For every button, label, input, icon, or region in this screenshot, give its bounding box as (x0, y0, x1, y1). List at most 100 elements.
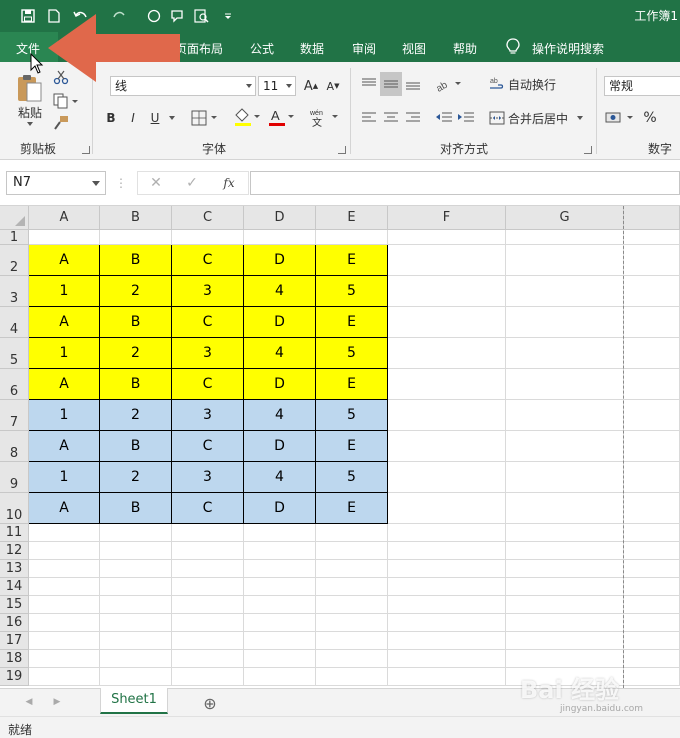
row-header-2[interactable]: 2 (0, 245, 29, 276)
paste-dropdown-icon[interactable] (24, 120, 36, 128)
merge-center-button[interactable]: 合并后居中 (508, 108, 574, 128)
cell-a6[interactable]: A (29, 369, 100, 400)
row-header-6[interactable]: 6 (0, 369, 29, 400)
cell-d7[interactable]: 4 (244, 400, 316, 431)
row-header-10[interactable]: 10 (0, 493, 29, 524)
row-header-4[interactable]: 4 (0, 307, 29, 338)
percent-style-button[interactable]: % (640, 108, 660, 128)
cell-g18[interactable] (506, 650, 624, 668)
cell-c18[interactable] (172, 650, 244, 668)
cell-g3[interactable] (506, 276, 624, 307)
cell-c12[interactable] (172, 542, 244, 560)
cell-f19[interactable] (388, 668, 506, 686)
paste-icon[interactable] (14, 72, 44, 104)
cell-e11[interactable] (316, 524, 388, 542)
row-header-9[interactable]: 9 (0, 462, 29, 493)
cell-a8[interactable]: A (29, 431, 100, 462)
row-header-7[interactable]: 7 (0, 400, 29, 431)
cell-e15[interactable] (316, 596, 388, 614)
cell-e5[interactable]: 5 (316, 338, 388, 369)
cell-e19[interactable] (316, 668, 388, 686)
number-format-select[interactable]: 常规 (604, 76, 680, 96)
tab-review[interactable]: 审阅 (352, 40, 376, 57)
cell-a12[interactable] (29, 542, 100, 560)
cell-d12[interactable] (244, 542, 316, 560)
tab-data[interactable]: 数据 (300, 40, 324, 57)
cell-e1[interactable] (316, 230, 388, 245)
cell-d8[interactable]: D (244, 431, 316, 462)
copy-icon[interactable] (52, 92, 80, 110)
font-launcher-icon[interactable] (338, 146, 346, 154)
row-header-15[interactable]: 15 (0, 596, 29, 614)
underline-button[interactable]: U (146, 108, 164, 128)
cell-c13[interactable] (172, 560, 244, 578)
cell-g17[interactable] (506, 632, 624, 650)
decrease-indent-icon[interactable] (434, 108, 454, 128)
cell-c16[interactable] (172, 614, 244, 632)
insert-function-icon[interactable]: fx (218, 173, 240, 193)
align-middle-icon[interactable] (380, 72, 402, 96)
cell-c17[interactable] (172, 632, 244, 650)
cell-e13[interactable] (316, 560, 388, 578)
cell-g6[interactable] (506, 369, 624, 400)
align-bottom-icon[interactable] (404, 74, 422, 94)
cell-a7[interactable]: 1 (29, 400, 100, 431)
formula-bar-grip[interactable]: ⋮ (115, 174, 127, 192)
cell-d13[interactable] (244, 560, 316, 578)
column-header-f[interactable]: F (388, 206, 506, 230)
cell-a14[interactable] (29, 578, 100, 596)
cell-b9[interactable]: 2 (100, 462, 172, 493)
column-header-a[interactable]: A (29, 206, 100, 230)
row-header-18[interactable]: 18 (0, 650, 29, 668)
cell-f2[interactable] (388, 245, 506, 276)
cell-a5[interactable]: 1 (29, 338, 100, 369)
cell-d11[interactable] (244, 524, 316, 542)
borders-icon[interactable] (190, 108, 220, 128)
cell-f18[interactable] (388, 650, 506, 668)
cell-g7[interactable] (506, 400, 624, 431)
cell-e10[interactable]: E (316, 493, 388, 524)
cell-g10[interactable] (506, 493, 624, 524)
cell-d6[interactable]: D (244, 369, 316, 400)
row-header-11[interactable]: 11 (0, 524, 29, 542)
cell-g1[interactable] (506, 230, 624, 245)
cell-d4[interactable]: D (244, 307, 316, 338)
select-all-corner[interactable] (0, 206, 29, 230)
increase-font-icon[interactable]: A ▲ (302, 76, 320, 96)
cell-e16[interactable] (316, 614, 388, 632)
cell-d17[interactable] (244, 632, 316, 650)
alignment-launcher-icon[interactable] (584, 146, 592, 154)
lightbulb-icon[interactable] (506, 38, 520, 59)
align-right-icon[interactable] (404, 108, 422, 128)
save-icon[interactable] (18, 6, 38, 26)
cell-a4[interactable]: A (29, 307, 100, 338)
cell-c4[interactable]: C (172, 307, 244, 338)
cell-e14[interactable] (316, 578, 388, 596)
cell-d2[interactable]: D (244, 245, 316, 276)
row-header-3[interactable]: 3 (0, 276, 29, 307)
cell-c1[interactable] (172, 230, 244, 245)
cell-d10[interactable]: D (244, 493, 316, 524)
cell-c9[interactable]: 3 (172, 462, 244, 493)
cell-c8[interactable]: C (172, 431, 244, 462)
cell-a13[interactable] (29, 560, 100, 578)
cell-b16[interactable] (100, 614, 172, 632)
cell-d16[interactable] (244, 614, 316, 632)
cell-f12[interactable] (388, 542, 506, 560)
row-header-16[interactable]: 16 (0, 614, 29, 632)
cell-g16[interactable] (506, 614, 624, 632)
cell-f7[interactable] (388, 400, 506, 431)
orientation-icon[interactable]: ab (434, 74, 464, 94)
cell-e8[interactable]: E (316, 431, 388, 462)
row-header-19[interactable]: 19 (0, 668, 29, 686)
cell-f1[interactable] (388, 230, 506, 245)
cell-a3[interactable]: 1 (29, 276, 100, 307)
increase-indent-icon[interactable] (456, 108, 476, 128)
cell-a15[interactable] (29, 596, 100, 614)
cell-f8[interactable] (388, 431, 506, 462)
paste-button[interactable]: 粘贴 (12, 104, 48, 120)
cell-b5[interactable]: 2 (100, 338, 172, 369)
phonetic-guide-icon[interactable]: wén 文 (306, 106, 340, 128)
cell-b4[interactable]: B (100, 307, 172, 338)
cell-e9[interactable]: 5 (316, 462, 388, 493)
